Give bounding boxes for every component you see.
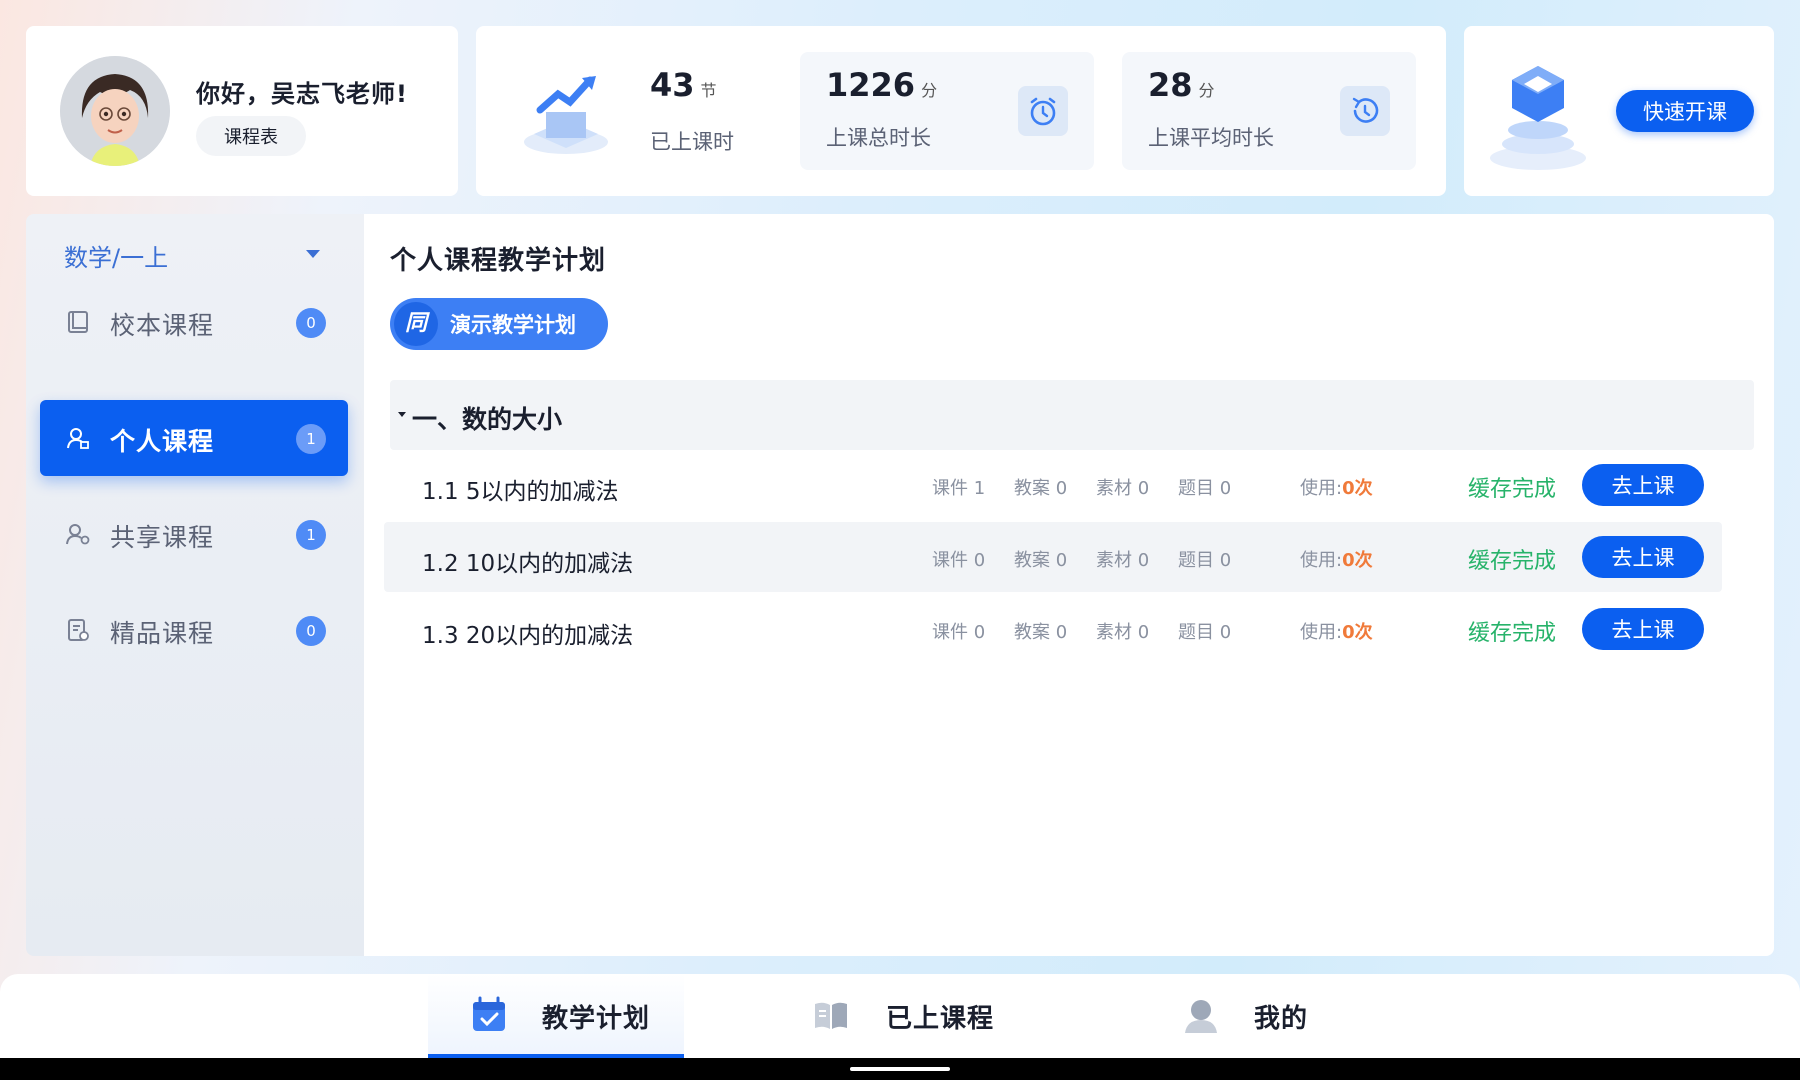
lesson-plan-count: 教案 0 [1014, 478, 1068, 499]
sidebar-item-label: 个人课程 [110, 427, 215, 456]
sidebar-item-shared-courses[interactable]: 共享课程 1 [40, 496, 348, 572]
tab-profile[interactable]: 我的 [1162, 974, 1362, 1058]
usage-value: 0次 [1342, 478, 1373, 499]
avg-time-label: 上课平均时长 [1148, 126, 1274, 150]
system-navigation-bar [0, 1058, 1800, 1080]
usage-value: 0次 [1342, 550, 1373, 571]
count-badge: 1 [296, 424, 326, 454]
profile-card: 你好，吴志飞老师! 课程表 [26, 26, 458, 196]
lesson-title: 1.2 10以内的加减法 [422, 551, 634, 577]
sync-icon: 同 [394, 302, 438, 346]
avg-time-value: 28 [1148, 66, 1193, 104]
home-indicator[interactable] [850, 1067, 950, 1071]
greeting-text: 你好，吴志飞老师! [196, 80, 408, 108]
usage-value: 0次 [1342, 622, 1373, 643]
lesson-plan-count: 教案 0 [1014, 622, 1068, 643]
book-icon [66, 310, 90, 334]
quick-start-card: 快速开课 [1464, 26, 1774, 196]
avg-time-unit: 分 [1198, 81, 1215, 100]
go-to-class-button[interactable]: 去上课 [1582, 536, 1704, 578]
count-badge: 0 [296, 616, 326, 646]
subject-selector[interactable]: 数学/一上 [64, 238, 168, 273]
cache-status: 缓存完成 [1468, 549, 1557, 574]
lesson-title: 1.3 20以内的加减法 [422, 623, 634, 649]
page-title: 个人课程教学计划 [390, 246, 607, 276]
open-book-icon [812, 996, 850, 1034]
avg-time-count: 28 分 [1148, 66, 1215, 104]
usage-info: 使用:0次 [1300, 618, 1373, 644]
courseware-count: 课件 0 [932, 550, 986, 571]
lesson-plan-count: 教案 0 [1014, 550, 1068, 571]
tab-label: 教学计划 [542, 1004, 651, 1034]
question-count: 题目 0 [1178, 622, 1232, 643]
count-badge: 1 [296, 520, 326, 550]
cube-platform-icon [1478, 46, 1598, 176]
cache-status: 缓存完成 [1468, 477, 1557, 502]
lesson-row: 1.3 20以内的加减法 课件 0 教案 0 素材 0 题目 0 使用:0次 缓… [400, 594, 1738, 664]
sidebar-item-label: 精品课程 [110, 619, 215, 648]
schedule-button[interactable]: 课程表 [196, 116, 306, 156]
material-count: 素材 0 [1096, 622, 1150, 643]
section-header[interactable]: 一、数的大小 [390, 380, 1754, 450]
question-count: 题目 0 [1178, 550, 1232, 571]
go-to-class-button[interactable]: 去上课 [1582, 464, 1704, 506]
usage-label: 使用: [1300, 550, 1343, 571]
caret-down-icon[interactable] [398, 412, 406, 417]
share-user-icon [66, 522, 90, 546]
tab-label: 已上课程 [886, 1004, 995, 1034]
usage-label: 使用: [1300, 622, 1343, 643]
courseware-count: 课件 1 [932, 478, 986, 499]
tab-label: 我的 [1254, 1004, 1309, 1034]
person-icon [1182, 996, 1220, 1034]
material-count: 素材 0 [1096, 478, 1150, 499]
cache-status: 缓存完成 [1468, 621, 1557, 646]
lesson-row: 1.1 5以内的加减法 课件 1 教案 0 素材 0 题目 0 使用:0次 缓存… [400, 450, 1738, 520]
sidebar-item-label: 校本课程 [110, 311, 215, 340]
total-time-unit: 分 [921, 81, 938, 100]
lessons-count: 43 节 [650, 66, 717, 104]
lesson-row: 1.2 10以内的加减法 课件 0 教案 0 素材 0 题目 0 使用:0次 缓… [384, 522, 1722, 592]
material-count: 素材 0 [1096, 550, 1150, 571]
sidebar-item-premium-courses[interactable]: 精品课程 0 [40, 592, 348, 668]
main-panel: 个人课程教学计划 同 演示教学计划 一、数的大小 1.1 5以内的加减法 课件 … [364, 214, 1774, 956]
alarm-clock-icon [1018, 86, 1068, 136]
total-time-value: 1226 [826, 66, 916, 104]
user-icon [66, 426, 90, 450]
demo-plan-label: 演示教学计划 [450, 313, 576, 337]
growth-chart-icon [516, 64, 616, 164]
total-time-count: 1226 分 [826, 66, 937, 104]
quick-start-button[interactable]: 快速开课 [1616, 90, 1754, 132]
history-clock-icon [1340, 86, 1390, 136]
avg-time-box: 28 分 上课平均时长 [1122, 52, 1416, 170]
tab-teaching-plan[interactable]: 教学计划 [428, 974, 684, 1058]
chevron-down-icon[interactable] [306, 250, 320, 258]
sidebar: 数学/一上 校本课程 0 个人课程 1 共享课程 1 精品课程 0 [26, 214, 364, 956]
stats-card: 43 节 已上课时 1226 分 上课总时长 28 分 上课平均时长 [476, 26, 1446, 196]
courseware-count: 课件 0 [932, 622, 986, 643]
tab-attended-courses[interactable]: 已上课程 [790, 974, 1030, 1058]
question-count: 题目 0 [1178, 478, 1232, 499]
demo-plan-button[interactable]: 同 演示教学计划 [390, 298, 608, 350]
section-title: 一、数的大小 [412, 405, 563, 434]
calendar-check-icon [470, 996, 508, 1034]
total-time-box: 1226 分 上课总时长 [800, 52, 1094, 170]
total-time-label: 上课总时长 [826, 126, 931, 150]
count-badge: 0 [296, 308, 326, 338]
lesson-title: 1.1 5以内的加减法 [422, 479, 619, 505]
sidebar-item-label: 共享课程 [110, 523, 215, 552]
usage-info: 使用:0次 [1300, 546, 1373, 572]
lessons-value: 43 [650, 66, 695, 104]
usage-info: 使用:0次 [1300, 474, 1373, 500]
usage-label: 使用: [1300, 478, 1343, 499]
lessons-label: 已上课时 [650, 130, 734, 154]
go-to-class-button[interactable]: 去上课 [1582, 608, 1704, 650]
avatar[interactable] [60, 56, 170, 166]
sidebar-item-personal-courses[interactable]: 个人课程 1 [40, 400, 348, 476]
bottom-tab-bar: 教学计划 已上课程 我的 [0, 974, 1800, 1058]
lessons-unit: 节 [700, 81, 717, 100]
sidebar-item-school-courses[interactable]: 校本课程 0 [40, 284, 348, 360]
document-badge-icon [66, 618, 90, 642]
